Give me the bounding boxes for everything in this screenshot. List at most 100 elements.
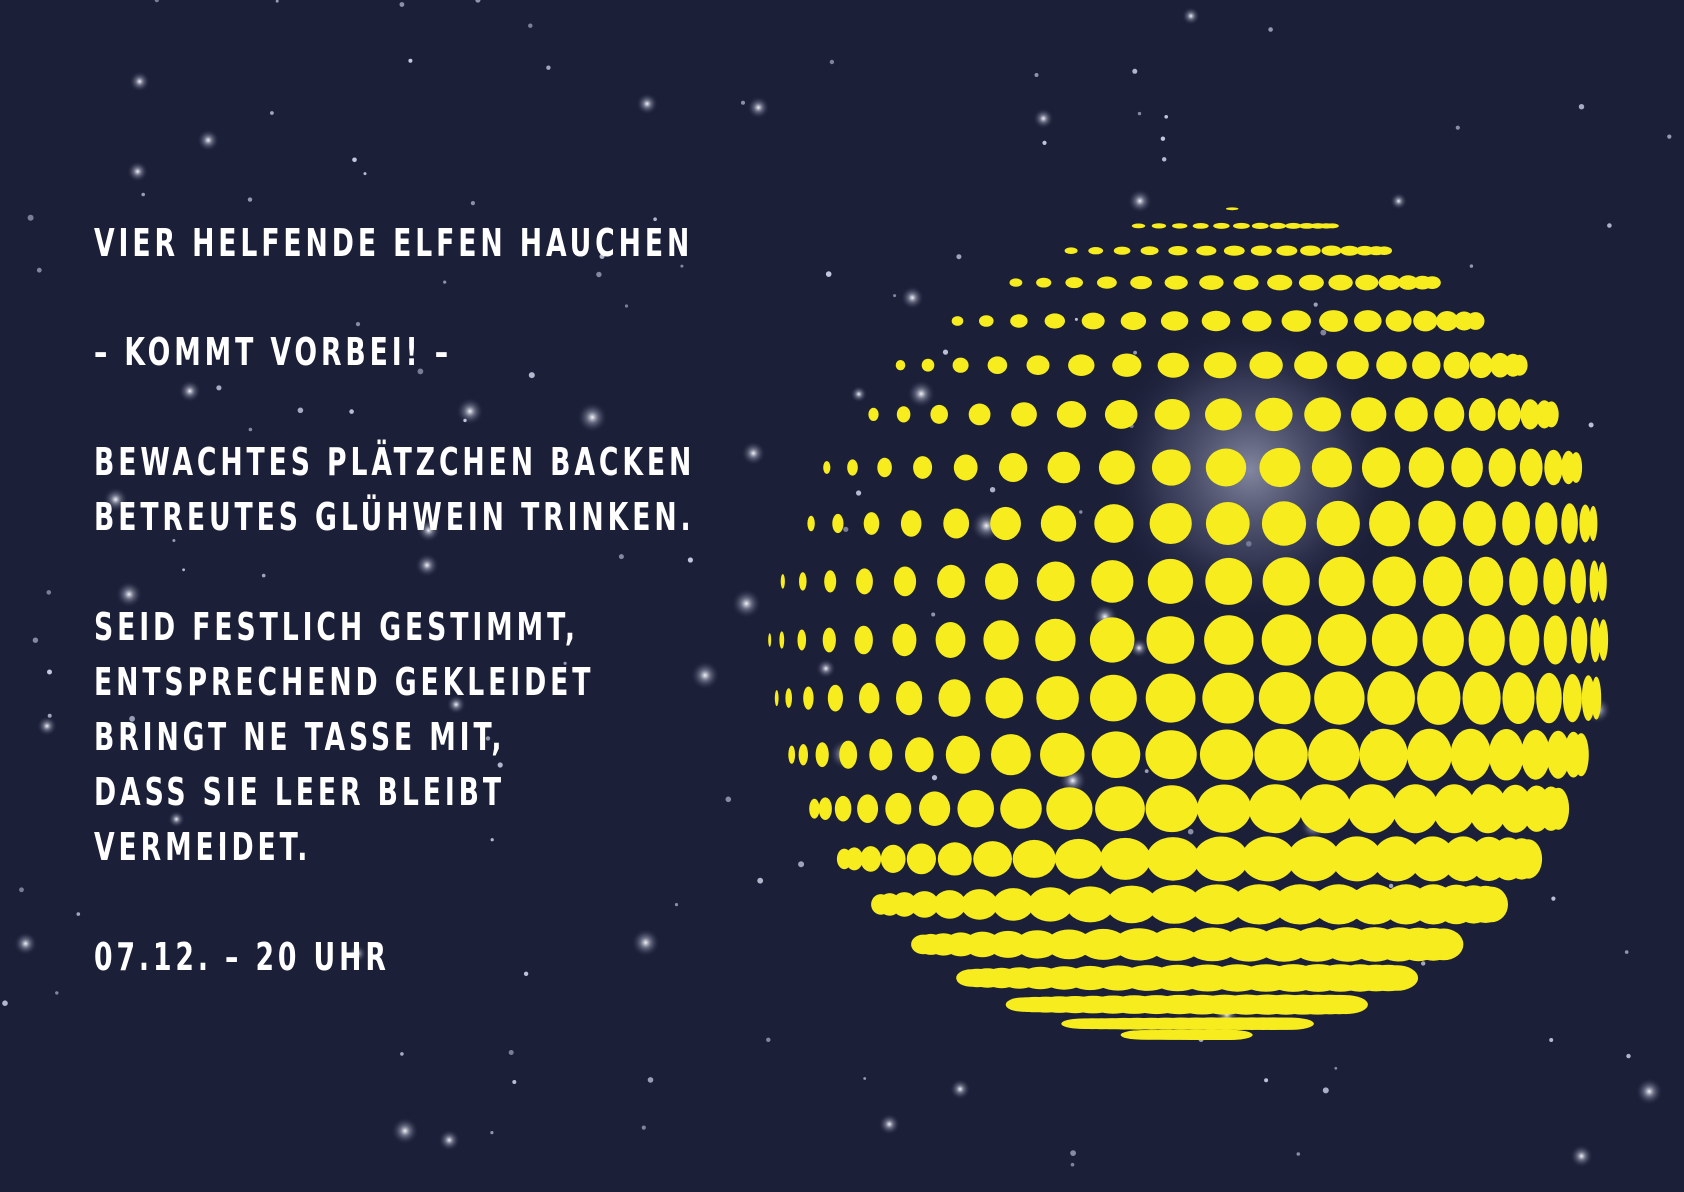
sphere-dot bbox=[1000, 788, 1042, 829]
sphere-dot bbox=[1157, 352, 1190, 378]
sphere-dot bbox=[1205, 448, 1247, 487]
sphere-dot bbox=[1376, 246, 1392, 255]
sphere-dot bbox=[1036, 561, 1075, 602]
sphere-dot bbox=[1544, 449, 1563, 486]
sphere-dot bbox=[1267, 274, 1293, 291]
sphere-dot bbox=[1094, 504, 1134, 543]
sphere-dot bbox=[1040, 505, 1077, 542]
sphere-dot bbox=[1241, 836, 1296, 882]
sphere-dot bbox=[1355, 274, 1379, 291]
sphere-dot bbox=[990, 506, 1021, 541]
sphere-dot bbox=[935, 622, 966, 658]
sphere-dot bbox=[1091, 560, 1134, 603]
activity-line: BEWACHTES PLÄTZCHEN BACKEN bbox=[94, 440, 696, 484]
sphere-dot bbox=[1434, 397, 1465, 432]
sphere-dot bbox=[834, 795, 852, 822]
sphere-dot bbox=[1369, 500, 1411, 547]
headline: VIER HELFENDE ELFEN HAUCHEN bbox=[94, 221, 694, 265]
instruction-line: BRINGT NE TASSE MIT, bbox=[94, 715, 506, 759]
sphere-dot bbox=[896, 406, 911, 423]
sphere-dot bbox=[1040, 732, 1085, 777]
sphere-dot bbox=[1192, 223, 1209, 229]
sphere-dot bbox=[1589, 505, 1598, 542]
sphere-dot bbox=[818, 797, 832, 820]
sphere-dot bbox=[900, 510, 922, 537]
sphere-dot bbox=[1372, 556, 1416, 607]
sphere-dot bbox=[1154, 399, 1190, 430]
sphere-dot bbox=[1145, 673, 1196, 723]
sphere-dot bbox=[1036, 277, 1052, 288]
sphere-dot bbox=[1064, 247, 1078, 254]
sphere-dot bbox=[1468, 556, 1504, 607]
sphere-dot bbox=[1544, 401, 1559, 428]
sphere-dot bbox=[1026, 355, 1050, 376]
sphere-dot bbox=[952, 357, 969, 373]
sphere-dot bbox=[919, 791, 951, 826]
sphere-dot bbox=[930, 404, 948, 424]
sphere-dot bbox=[1262, 557, 1310, 606]
sphere-dot bbox=[779, 631, 785, 649]
sphere-dot bbox=[809, 798, 820, 819]
sphere-dot bbox=[1317, 614, 1367, 666]
sphere-dot bbox=[1081, 312, 1105, 330]
sphere-dot bbox=[1376, 351, 1407, 380]
instruction-line: VERMEIDET. bbox=[94, 825, 312, 869]
sphere-dot bbox=[1321, 245, 1342, 256]
activity-line: BETREUTES GLÜHWEIN TRINKEN. bbox=[94, 495, 695, 539]
sphere-dot bbox=[953, 454, 978, 481]
sphere-dot bbox=[905, 737, 934, 773]
sphere-dot bbox=[1462, 671, 1501, 725]
sphere-dot bbox=[957, 789, 994, 828]
sphere-dot bbox=[1359, 728, 1408, 781]
sphere-dot bbox=[1100, 837, 1151, 880]
sphere-dot bbox=[1259, 447, 1301, 488]
sphere-dot bbox=[1202, 672, 1254, 724]
sphere-dot bbox=[1097, 276, 1117, 289]
sphere-dot bbox=[863, 512, 880, 535]
sphere-dot bbox=[803, 686, 814, 710]
sphere-dot bbox=[1201, 310, 1231, 332]
sphere-dot bbox=[823, 461, 831, 474]
sphere-dot bbox=[1104, 399, 1138, 429]
sphere-dot bbox=[1316, 500, 1360, 547]
sphere-dot bbox=[1248, 784, 1303, 834]
sphere-dot bbox=[1598, 562, 1607, 601]
sphere-dot bbox=[880, 844, 906, 874]
sphere-dot bbox=[1462, 501, 1496, 546]
sphere-dot bbox=[1408, 447, 1445, 488]
sphere-dot bbox=[1145, 730, 1197, 780]
sphere-dot bbox=[1385, 310, 1412, 332]
sphere-dot bbox=[1519, 448, 1543, 487]
sphere-dot bbox=[1160, 311, 1189, 331]
sphere-dot bbox=[1199, 729, 1254, 780]
sphere-dot bbox=[1589, 560, 1600, 603]
sphere-dot bbox=[1299, 784, 1352, 834]
sphere-dot bbox=[985, 563, 1019, 600]
sphere-dot bbox=[1036, 676, 1079, 721]
sphere-dot bbox=[1261, 501, 1307, 546]
sphere-dot bbox=[998, 453, 1028, 482]
sphere-dot bbox=[1308, 728, 1360, 781]
sphere-dot bbox=[1269, 222, 1286, 229]
sphere-dot bbox=[951, 316, 964, 326]
sphere-dot bbox=[1089, 617, 1135, 663]
sphere-dot bbox=[1413, 310, 1438, 332]
sphere-dot bbox=[1375, 965, 1419, 991]
sphere-dot bbox=[1204, 615, 1254, 665]
sphere-dot bbox=[768, 633, 772, 647]
date-time: 07.12. – 20 UHR bbox=[94, 935, 390, 979]
sphere-dot bbox=[1509, 557, 1538, 606]
sphere-dot bbox=[1371, 613, 1418, 667]
sphere-dot bbox=[1488, 729, 1524, 781]
sphere-dot bbox=[1351, 397, 1387, 432]
sphere-dot bbox=[885, 792, 912, 825]
sphere-dot bbox=[1205, 557, 1253, 605]
sphere-dot bbox=[1250, 245, 1272, 256]
sphere-dot bbox=[1361, 447, 1401, 488]
sphere-dot bbox=[933, 890, 966, 919]
sphere-dot bbox=[877, 457, 892, 478]
sphere-dot bbox=[983, 620, 1019, 660]
sphere-dot bbox=[1255, 397, 1293, 432]
sphere-dot bbox=[893, 566, 917, 597]
